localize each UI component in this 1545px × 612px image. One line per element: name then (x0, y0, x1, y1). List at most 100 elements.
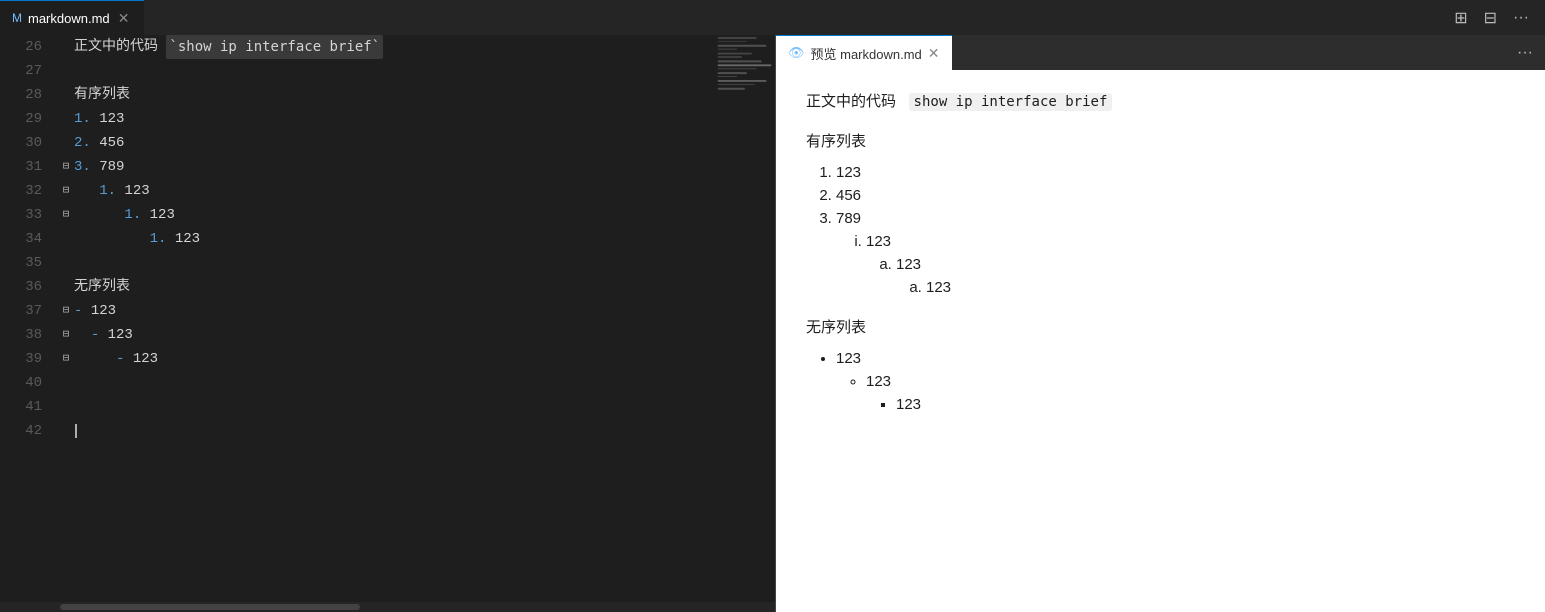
ln-35: 35 (16, 251, 42, 275)
list-item: 123 123 123 (836, 350, 1515, 413)
preview-ol-sub: 123 123 123 (836, 233, 1515, 296)
line-31-text: 789 (91, 155, 125, 179)
code-line-31: ⊟ 3. 789 (58, 155, 707, 179)
fold-40 (58, 375, 74, 391)
ln-37: 37 (16, 299, 42, 323)
line-38-indent (74, 323, 91, 347)
preview-ul-sub: 123 123 (836, 373, 1515, 413)
line-39-indent (74, 347, 116, 371)
fold-30 (58, 135, 74, 151)
ln-32: 32 (16, 179, 42, 203)
preview-unordered-title: 无序列表 (806, 316, 1515, 340)
ln-28: 28 (16, 83, 42, 107)
split-editor-icon[interactable]: ⊞ (1448, 4, 1473, 32)
main-area: 26 27 28 29 30 31 32 33 34 35 36 37 38 3… (0, 35, 1545, 612)
ln-34: 34 (16, 227, 42, 251)
line-36-text: 无序列表 (74, 275, 130, 299)
line-26-code: `show ip interface brief` (166, 35, 383, 59)
text-cursor (75, 424, 77, 438)
line-numbers: 26 27 28 29 30 31 32 33 34 35 36 37 38 3… (0, 35, 50, 602)
preview-tab-close[interactable]: ✕ (928, 45, 940, 62)
preview-tab-label: 预览 markdown.md (811, 44, 922, 63)
line-38-bullet: - (91, 323, 108, 347)
ln-41: 41 (16, 395, 42, 419)
ln-29: 29 (16, 107, 42, 131)
more-actions-icon[interactable]: ··· (1507, 5, 1535, 31)
line-29-num: 1. (74, 107, 91, 131)
line-32-num: 1. (99, 179, 116, 203)
line-37-text: 123 (91, 299, 116, 323)
fold-41 (58, 399, 74, 415)
line-29-text: 123 (91, 107, 125, 131)
fold-26 (58, 39, 74, 55)
code-line-33: ⊟ 1. 123 (58, 203, 707, 227)
line-33-num: 1. (124, 203, 141, 227)
line-26-text1: 正文中的代码 (74, 35, 166, 59)
preview-more-actions[interactable]: ··· (1517, 44, 1545, 62)
list-item: 123 123 123 (866, 233, 1515, 296)
list-item: 456 (836, 187, 1515, 204)
line-34-text: 123 (166, 227, 200, 251)
ln-31: 31 (16, 155, 42, 179)
code-line-32: ⊟ 1. 123 (58, 179, 707, 203)
split-editor-side-icon[interactable]: ⊟ (1478, 4, 1503, 32)
preview-tab[interactable]: 👁 预览 markdown.md ✕ (776, 35, 952, 70)
preview-tab-icon: 👁 (788, 45, 805, 61)
line-33-text: 123 (141, 203, 175, 227)
ln-26: 26 (16, 35, 42, 59)
preview-content: 正文中的代码 show ip interface brief 有序列表 123 … (776, 70, 1545, 612)
code-line-35 (58, 251, 707, 275)
preview-inline-code-label: 正文中的代码 (806, 93, 896, 110)
fold-33[interactable]: ⊟ (58, 207, 74, 223)
line-33-indent (74, 203, 124, 227)
line-28-text: 有序列表 (74, 83, 130, 107)
fold-42 (58, 423, 74, 439)
code-line-37: ⊟ - 123 (58, 299, 707, 323)
code-line-38: ⊟ - 123 (58, 323, 707, 347)
list-item: 789 123 123 123 (836, 210, 1515, 296)
tab-bar-actions: ⊞ ⊟ ··· (1448, 4, 1545, 32)
fold-28 (58, 87, 74, 103)
minimap[interactable] (715, 35, 775, 602)
ln-40: 40 (16, 371, 42, 395)
file-icon: M (12, 11, 22, 25)
tab-bar: M markdown.md ✕ ⊞ ⊟ ··· (0, 0, 1545, 35)
line-31-num: 3. (74, 155, 91, 179)
list-item: 123 (926, 279, 1515, 296)
editor-tab[interactable]: M markdown.md ✕ (0, 0, 144, 35)
horizontal-scrollbar[interactable] (0, 602, 775, 612)
fold-32[interactable]: ⊟ (58, 183, 74, 199)
fold-34 (58, 231, 74, 247)
line-30-text: 456 (91, 131, 125, 155)
line-34-indent (74, 227, 150, 251)
line-39-bullet: - (116, 347, 133, 371)
fold-37[interactable]: ⊟ (58, 303, 74, 319)
preview-unordered-list: 123 123 123 (806, 350, 1515, 413)
code-area[interactable]: 正文中的代码 `show ip interface brief` 有序列表 1.… (50, 35, 715, 602)
code-line-28: 有序列表 (58, 83, 707, 107)
list-item: 123 (836, 164, 1515, 181)
line-38-text: 123 (108, 323, 133, 347)
fold-38[interactable]: ⊟ (58, 327, 74, 343)
fold-29 (58, 111, 74, 127)
code-line-27 (58, 59, 707, 83)
code-line-40 (58, 371, 707, 395)
preview-inline-code-para: 正文中的代码 show ip interface brief (806, 90, 1515, 114)
ln-39: 39 (16, 347, 42, 371)
editor-content[interactable]: 26 27 28 29 30 31 32 33 34 35 36 37 38 3… (0, 35, 775, 602)
code-line-36: 无序列表 (58, 275, 707, 299)
code-line-42 (58, 419, 707, 443)
line-39-text: 123 (133, 347, 158, 371)
code-line-41 (58, 395, 707, 419)
list-item: 123 123 (896, 256, 1515, 296)
editor-tab-label: markdown.md (28, 11, 110, 26)
fold-36 (58, 279, 74, 295)
code-line-39: ⊟ - 123 (58, 347, 707, 371)
fold-39[interactable]: ⊟ (58, 351, 74, 367)
editor-tab-close[interactable]: ✕ (116, 10, 132, 26)
list-item: 123 123 (866, 373, 1515, 413)
preview-ol-sub3: 123 (896, 279, 1515, 296)
fold-31[interactable]: ⊟ (58, 159, 74, 175)
ln-38: 38 (16, 323, 42, 347)
line-34-num: 1. (150, 227, 167, 251)
